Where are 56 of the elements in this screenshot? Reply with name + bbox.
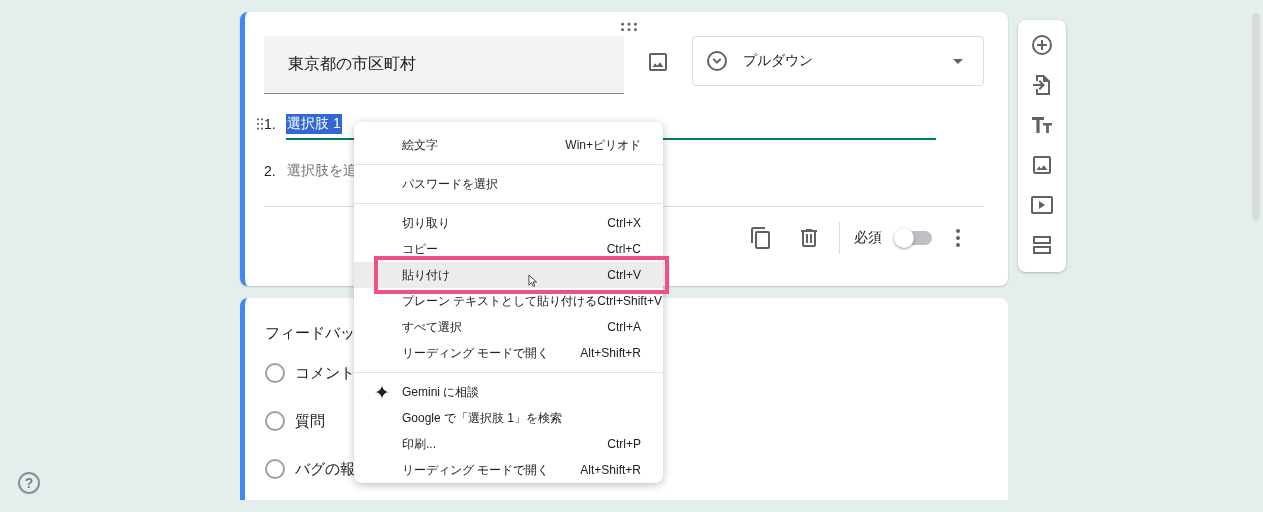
option-number: 2.	[264, 163, 277, 179]
option-label: バグの報	[295, 459, 355, 479]
option-label: 質問	[295, 411, 325, 431]
menu-item[interactable]: リーディング モードで開く Alt+Shift+R	[354, 345, 663, 361]
menu-item[interactable]: プレーン テキストとして貼り付けるCtrl+Shift+V	[354, 293, 663, 309]
question-title-field[interactable]: 東京都の市区町村	[264, 36, 624, 94]
image-icon[interactable]	[1030, 153, 1054, 177]
menu-item-label: 絵文字	[402, 136, 438, 154]
menu-item[interactable]: パスワードを選択	[354, 176, 663, 192]
video-icon[interactable]	[1030, 193, 1054, 217]
menu-item-label: 切り取り	[402, 214, 450, 232]
radio-button[interactable]	[265, 363, 285, 383]
shortcut-label: Ctrl+X	[607, 216, 641, 230]
menu-item[interactable]: Google で「選択肢 1」を検索	[354, 410, 663, 426]
menu-item-label: 貼り付け	[402, 266, 450, 284]
image-icon[interactable]	[646, 50, 670, 74]
menu-item-label: コピー	[402, 240, 438, 258]
option-field[interactable]: 選択肢 1	[286, 114, 342, 134]
menu-item[interactable]: 貼り付け Ctrl+V	[354, 262, 663, 288]
shortcut-label: Alt+Shift+R	[580, 463, 641, 477]
required-toggle[interactable]	[894, 228, 932, 248]
menu-item[interactable]: 絵文字 Win+ピリオド	[354, 137, 663, 153]
menu-item[interactable]: コピー Ctrl+C	[354, 241, 663, 257]
menu-item-label: プレーン テキストとして貼り付ける	[402, 292, 598, 310]
menu-item[interactable]: Gemini に相談	[354, 384, 663, 400]
menu-item-label: パスワードを選択	[402, 175, 498, 193]
mouse-cursor-icon	[526, 272, 540, 290]
radio-button[interactable]	[265, 459, 285, 479]
menu-item-label: リーディング モードで開く	[402, 344, 550, 362]
option-number: 1.	[264, 116, 277, 132]
menu-item-label: Google で「選択肢 1」を検索	[402, 409, 563, 427]
shortcut-label: Ctrl+V	[607, 268, 641, 282]
shortcut-label: Ctrl+C	[606, 242, 641, 256]
sparkle-icon	[374, 384, 390, 400]
option-label: コメント	[295, 363, 355, 383]
radio-button[interactable]	[265, 411, 285, 431]
required-label: 必須	[854, 229, 882, 247]
menu-item-label: Gemini に相談	[402, 383, 480, 401]
shortcut-label: Ctrl+A	[607, 320, 641, 334]
menu-item-label: リーディング モードで開く	[402, 461, 550, 479]
menu-item-label: すべて選択	[402, 318, 462, 336]
caret-icon	[953, 58, 963, 64]
menu-item-label: 印刷...	[402, 435, 436, 453]
section-icon[interactable]	[1030, 233, 1054, 257]
shortcut-label: Ctrl+P	[607, 437, 641, 451]
menu-item[interactable]: 切り取り Ctrl+X	[354, 215, 663, 231]
shortcut-label: Win+ピリオド	[565, 136, 641, 154]
menu-item[interactable]: すべて選択 Ctrl+A	[354, 319, 663, 335]
menu-item[interactable]: 印刷... Ctrl+P	[354, 436, 663, 452]
menu-item[interactable]: リーディング モードで開く Alt+Shift+R	[354, 462, 663, 478]
copy-icon[interactable]	[749, 226, 773, 250]
shortcut-label: Alt+Shift+R	[580, 346, 641, 360]
question-title: フィードバッ	[265, 323, 355, 343]
shortcut-label: Ctrl+Shift+V	[597, 294, 663, 308]
question-type-dropdown[interactable]: プルダウン	[692, 36, 984, 86]
add-question-icon[interactable]	[1030, 33, 1054, 57]
